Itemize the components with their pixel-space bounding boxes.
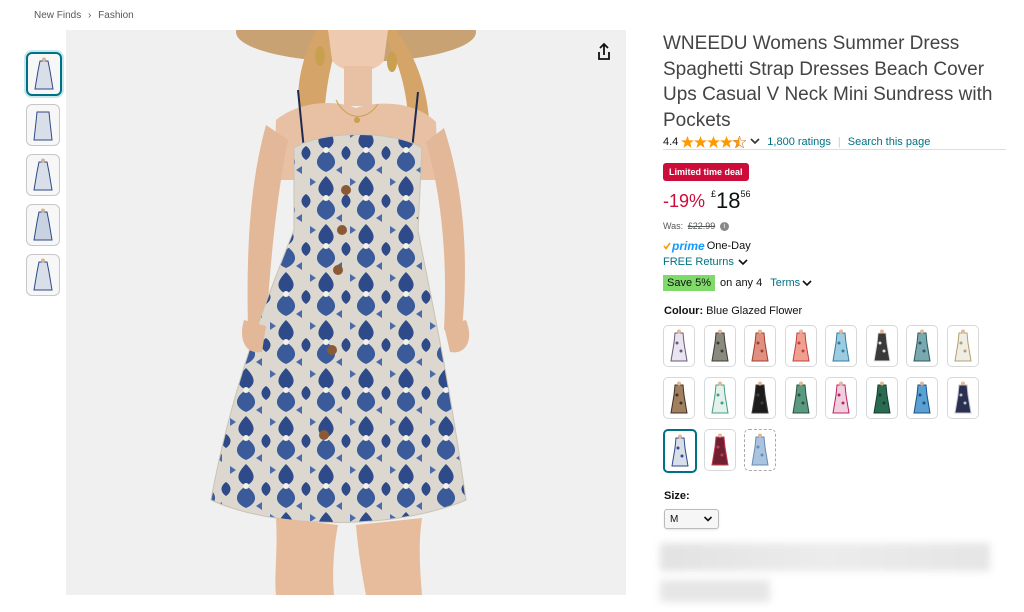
product-title: WNEEDU Womens Summer Dress Spaghetti Str…: [663, 33, 993, 131]
checkmark-icon: [663, 242, 671, 250]
colour-swatch-blue-floral[interactable]: [906, 377, 938, 419]
prime-delivery-text: One-Day: [706, 240, 751, 252]
size-dropdown[interactable]: M: [664, 509, 719, 529]
dress-thumbnail: [791, 381, 810, 414]
limited-time-deal-badge: Limited time deal: [663, 163, 749, 181]
dress-thumbnail: [670, 329, 688, 362]
star-icon: [707, 135, 721, 148]
dress-thumbnail: [832, 381, 850, 414]
prime-delivery: prime One-Day: [663, 239, 751, 253]
chevron-down-icon: [802, 280, 812, 287]
rating-value: 4.4: [663, 135, 679, 148]
dress-photo: [210, 30, 476, 595]
dress-thumbnail: [872, 329, 891, 362]
breadcrumb: New Finds › Fashion: [34, 10, 134, 21]
half-star-icon: [733, 135, 747, 148]
price-whole: 18: [716, 188, 741, 213]
info-icon[interactable]: i: [719, 222, 729, 232]
colour-label: Colour:: [664, 305, 704, 317]
colour-swatch-pink-floral[interactable]: [825, 377, 857, 419]
dress-thumbnail: [671, 434, 689, 467]
was-label: Was:: [663, 221, 684, 231]
thumbnail-strip: [26, 52, 62, 304]
breadcrumb-item-new-finds[interactable]: New Finds: [34, 10, 81, 21]
star-icon: [694, 135, 708, 148]
colour-swatch-navy[interactable]: [946, 377, 979, 419]
prime-logo: prime: [672, 239, 705, 253]
chevron-down-icon: [750, 137, 760, 144]
save-condition: on any 4: [720, 277, 763, 289]
colour-swatch-cream-floral[interactable]: [946, 325, 979, 367]
size-label: Size:: [664, 490, 690, 502]
colour-swatch-teal-print[interactable]: [906, 325, 938, 367]
dress-thumbnail: [670, 381, 688, 414]
main-product-image[interactable]: [66, 30, 626, 595]
dress-thumbnail: [913, 329, 931, 362]
dress-thumbnail: [953, 329, 972, 362]
save-badge: Save 5%: [663, 275, 716, 291]
colour-swatch-black-white[interactable]: [865, 325, 898, 367]
colour-swatch-dark-green[interactable]: [865, 377, 898, 419]
dress-thumbnail: [751, 433, 769, 466]
was-price-row: Was: £22.99 i: [663, 221, 729, 232]
thumbnail-1[interactable]: [26, 52, 62, 96]
colour-selector-label: Colour: Blue Glazed Flower: [664, 305, 802, 317]
chevron-down-icon: [738, 259, 748, 266]
colour-swatch-coral-print[interactable]: [744, 325, 776, 367]
breadcrumb-item-fashion[interactable]: Fashion: [98, 10, 134, 21]
terms-link[interactable]: Terms: [770, 277, 813, 289]
dress-thumbnail: [953, 381, 972, 414]
star-icon: [720, 135, 734, 148]
dress-thumbnail: [913, 381, 931, 414]
colour-swatch-grey-print[interactable]: [703, 325, 736, 367]
colour-swatch-white-floral[interactable]: [663, 325, 695, 367]
colour-swatch-brown-leopard[interactable]: [663, 377, 695, 419]
colour-swatch-blue-glazed-flower[interactable]: [663, 429, 697, 473]
dress-thumbnail: [710, 381, 729, 414]
dress-thumbnail: [872, 381, 891, 414]
price-fraction: 56: [740, 189, 751, 199]
colour-swatch-red-stripe[interactable]: [784, 325, 817, 367]
thumbnail-4[interactable]: [26, 204, 60, 246]
colour-swatch-green-print[interactable]: [784, 377, 817, 419]
price-row: -19% £ 18 56: [663, 189, 751, 213]
discount-percent: -19%: [663, 191, 706, 211]
thumbnail-3[interactable]: [26, 154, 60, 196]
star-rating[interactable]: [681, 135, 761, 148]
dress-thumbnail: [791, 329, 810, 362]
was-price: £22.99: [687, 221, 716, 231]
dress-thumbnail: [710, 433, 729, 466]
divider: |: [837, 135, 841, 148]
thumbnail-5[interactable]: [26, 254, 60, 296]
blurred-content: [660, 580, 770, 602]
colour-value: Blue Glazed Flower: [706, 305, 803, 317]
terms-label: Terms: [770, 277, 801, 289]
rating-row: 4.4 1,800 ratings | Search this page: [663, 134, 1006, 150]
colour-swatch-burgundy[interactable]: [703, 429, 736, 471]
save-promotion: Save 5% on any 4 Terms: [663, 275, 813, 291]
colour-swatch-mint-floral[interactable]: [703, 377, 736, 419]
colour-swatch-light-blue[interactable]: [744, 429, 776, 471]
share-icon[interactable]: [594, 42, 614, 62]
thumbnail-2[interactable]: [26, 104, 60, 146]
dress-thumbnail: [751, 381, 769, 414]
dress-thumbnail: [710, 329, 729, 362]
size-value: M: [670, 513, 679, 525]
blurred-content: [660, 543, 990, 571]
ratings-count-link[interactable]: 1,800 ratings: [767, 136, 831, 148]
colour-swatch-black[interactable]: [744, 377, 776, 419]
free-returns-label: FREE Returns: [663, 256, 734, 268]
breadcrumb-separator: ›: [88, 10, 92, 21]
star-icon: [681, 135, 695, 148]
colour-swatch-blue-leaf[interactable]: [825, 325, 857, 367]
dress-thumbnail: [832, 329, 850, 362]
search-this-page-link[interactable]: Search this page: [848, 136, 931, 148]
chevron-down-icon: [703, 516, 713, 522]
dress-thumbnail: [751, 329, 769, 362]
free-returns-link[interactable]: FREE Returns: [663, 256, 749, 268]
